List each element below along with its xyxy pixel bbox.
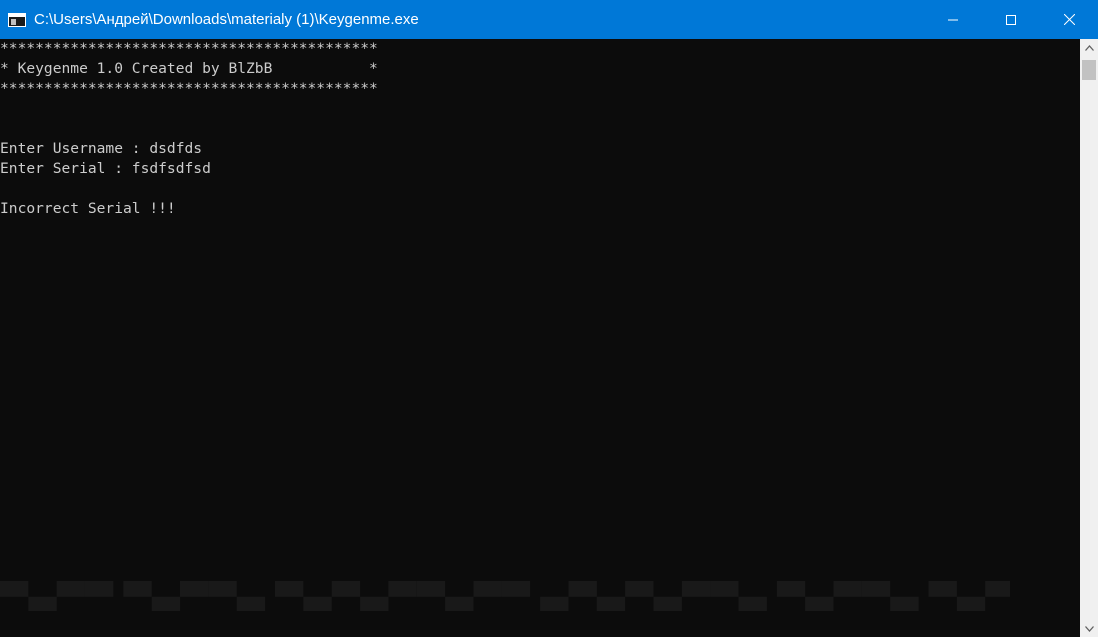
banner-bottom-border: ****************************************… — [0, 80, 378, 97]
scroll-up-arrow-icon — [1084, 44, 1094, 51]
banner-top-border: ****************************************… — [0, 40, 378, 57]
scroll-up-button[interactable] — [1080, 39, 1098, 56]
faint-background-artifact: ▀▄▀▀ ▀▄▀▀▄ ▀▄▀▄▀▀▄▀▀ ▄▀▄▀▄▀▀▄ ▀▄▀▀▄ ▀▄▀▄… — [0, 581, 1010, 611]
caption-buttons — [924, 0, 1098, 39]
banner-title-line: * Keygenme 1.0 Created by BlZbB * — [0, 60, 378, 77]
console-output[interactable]: ****************************************… — [0, 39, 1080, 637]
serial-prompt-line: Enter Serial : fsdfsdfsd — [0, 160, 211, 177]
minimize-icon — [948, 19, 958, 20]
close-icon — [1063, 14, 1075, 25]
maximize-icon — [1006, 14, 1016, 25]
scroll-down-arrow-icon — [1084, 625, 1094, 632]
scroll-down-button[interactable] — [1080, 620, 1098, 637]
console-app-icon[interactable] — [8, 12, 26, 27]
minimize-button[interactable] — [924, 0, 982, 39]
console-window: C:\Users\Андрей\Downloads\materialy (1)\… — [0, 0, 1098, 637]
maximize-button[interactable] — [982, 0, 1040, 39]
close-button[interactable] — [1040, 0, 1098, 39]
username-prompt-line: Enter Username : dsdfds — [0, 140, 203, 157]
result-message-line: Incorrect Serial !!! — [0, 200, 176, 217]
window-title: C:\Users\Андрей\Downloads\materialy (1)\… — [34, 11, 419, 28]
scrollbar-thumb[interactable] — [1082, 60, 1096, 80]
vertical-scrollbar[interactable] — [1080, 39, 1098, 637]
title-bar[interactable]: C:\Users\Андрей\Downloads\materialy (1)\… — [0, 0, 1098, 39]
